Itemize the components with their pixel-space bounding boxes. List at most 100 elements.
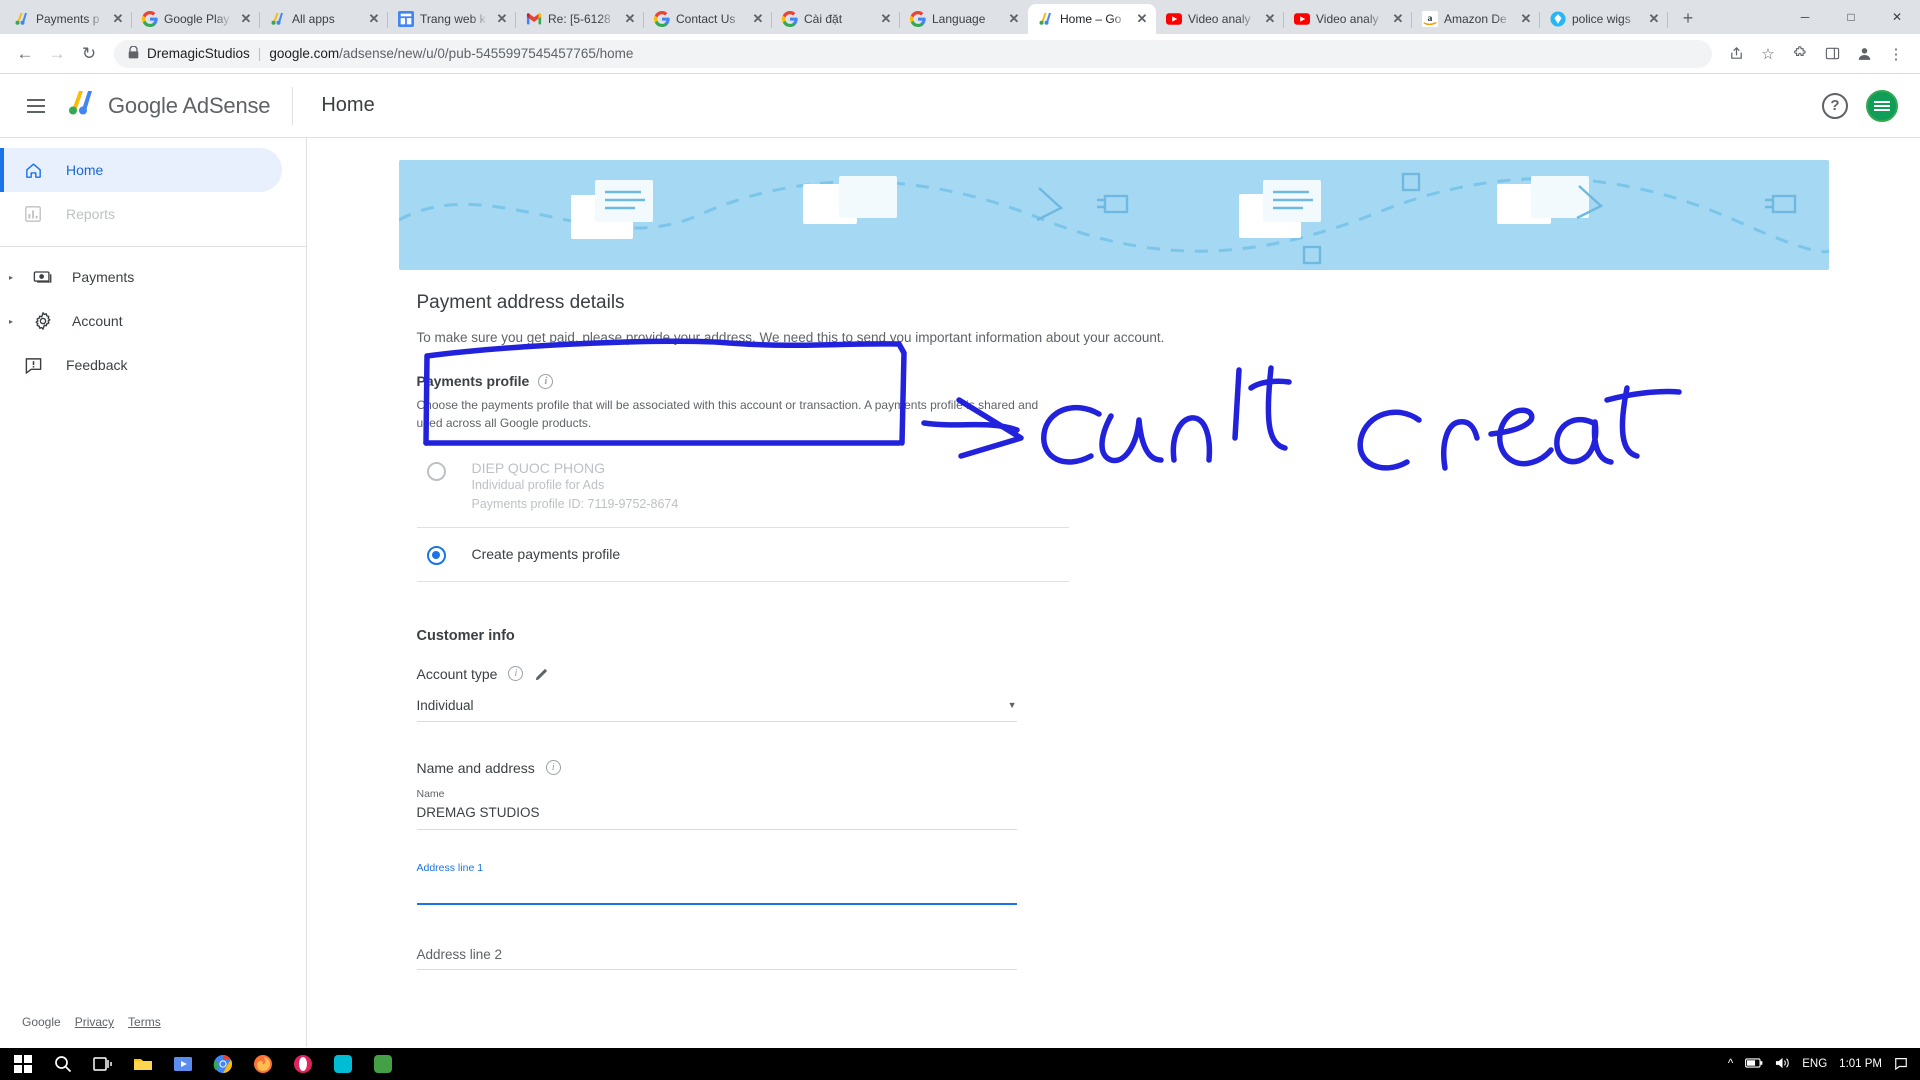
help-icon[interactable]: ? [1822,92,1848,119]
adsense-icon [1038,11,1054,27]
close-window-button[interactable]: ✕ [1874,0,1920,34]
browser-tab[interactable]: Google Play ✕ [132,4,260,34]
back-button[interactable]: ← [10,39,40,69]
clock[interactable]: 1:01 PM [1839,1058,1882,1071]
profile-avatar-icon[interactable] [1850,40,1878,68]
notifications-icon[interactable] [1894,1056,1908,1073]
sidebar-item-reports[interactable]: Reports [0,192,282,236]
url-domain: google.com [269,46,340,61]
radio-button[interactable] [426,462,446,481]
extensions-puzzle-icon[interactable] [1786,40,1814,68]
brand[interactable]: Google AdSense [66,88,271,123]
firefox-icon[interactable] [244,1048,282,1080]
browser-tab[interactable]: Re: [5-6128 ✕ [516,4,644,34]
close-icon[interactable]: ✕ [110,11,126,27]
close-icon[interactable]: ✕ [622,11,638,27]
browser-tab[interactable]: Video analy ✕ [1284,4,1412,34]
taskbar: ^ ENG 1:01 PM [0,1048,1920,1080]
close-icon[interactable]: ✕ [494,11,510,27]
sidebar-item-payments[interactable]: ▸ Payments [0,255,282,299]
info-icon[interactable]: i [545,760,561,776]
hamburger-menu-icon[interactable] [12,98,60,113]
info-icon[interactable]: i [508,666,524,682]
browser-tab[interactable]: Trang web k ✕ [388,4,516,34]
payments-profile-title-row: Payments profile i [417,373,1829,389]
close-icon[interactable]: ✕ [1262,11,1278,27]
chrome-icon[interactable] [204,1048,242,1080]
brand-text: Google AdSense [108,92,271,118]
start-button[interactable] [4,1048,42,1080]
account-type-select[interactable]: Individual ▼ [416,692,1017,722]
task-view-icon[interactable] [84,1048,122,1080]
app-icon-teal[interactable] [324,1048,362,1080]
language-indicator[interactable]: ENG [1802,1058,1827,1070]
battery-icon[interactable] [1745,1057,1763,1072]
payments-profile-option-create[interactable]: Create payments profile [416,528,1069,582]
browser-tab[interactable]: Cài đặt ✕ [772,4,900,34]
file-explorer-icon[interactable] [124,1048,162,1080]
google-icon [781,10,798,28]
chevron-right-icon: ▸ [9,272,14,282]
address-line-2-label: Address line 2 [416,946,503,962]
window-controls: ─ □ ✕ [1782,0,1920,34]
name-field[interactable]: Name DREMAG STUDIOS [416,788,1017,830]
address-line-1-field[interactable]: Address line 1 [416,862,1017,905]
close-icon[interactable]: ✕ [238,11,254,27]
browser-tab[interactable]: a Amazon De ✕ [1412,4,1540,34]
footer-privacy-link[interactable]: Privacy [75,1015,114,1029]
browser-tab[interactable]: All apps ✕ [260,4,388,34]
sidebar: Home Reports ▸ Payments ▸ Account Feedba… [0,138,307,1047]
footer-terms-link[interactable]: Terms [128,1015,161,1029]
search-icon[interactable] [44,1048,82,1080]
browser-menu-button[interactable]: ⋮ [1882,40,1910,68]
browser-tab[interactable]: Video analy ✕ [1156,4,1284,34]
close-icon[interactable]: ✕ [1518,11,1534,27]
url-text: google.com/adsense/new/u/0/pub-545599754… [269,46,633,61]
minimize-button[interactable]: ─ [1782,0,1828,34]
new-tab-button[interactable]: + [1674,4,1702,32]
close-icon[interactable]: ✕ [366,11,382,27]
browser-tab[interactable]: police wigs ✕ [1540,4,1668,34]
close-icon[interactable]: ✕ [1390,11,1406,27]
app-icon-green[interactable] [364,1048,402,1080]
close-icon[interactable]: ✕ [878,11,894,27]
app-header: Google AdSense Home ? [0,74,1920,138]
edit-pencil-icon[interactable] [534,666,550,682]
sidebar-item-account[interactable]: ▸ Account [0,299,282,343]
browser-tab[interactable]: Home – Go ✕ [1028,4,1156,34]
youtube-icon [1294,11,1310,27]
feedback-icon [22,354,44,376]
forward-button[interactable]: → [42,39,72,69]
browser-tab[interactable]: Payments p ✕ [4,4,132,34]
adsense-app: Google AdSense Home ? Home Reports ▸ Pay… [0,74,1920,1047]
share-icon[interactable] [1722,40,1750,68]
media-icon[interactable] [164,1048,202,1080]
profile-id: Payments profile ID: 7119-9752-8674 [471,497,679,512]
reload-button[interactable]: ↻ [74,39,104,69]
info-icon[interactable]: i [538,373,554,389]
browser-tab[interactable]: Contact Us ✕ [644,4,772,34]
maximize-button[interactable]: □ [1828,0,1874,34]
sites-icon [398,11,414,27]
radio-button[interactable] [426,545,446,565]
payments-profile-option-existing[interactable]: DIEP QUOC PHONG Individual profile for A… [416,450,1069,528]
sidebar-item-label: Home [66,162,104,178]
volume-icon[interactable] [1775,1056,1790,1073]
side-panel-icon[interactable] [1818,40,1846,68]
close-icon[interactable]: ✕ [1006,11,1022,27]
browser-tab[interactable]: Language ✕ [900,4,1028,34]
bookmark-star-icon[interactable]: ☆ [1754,40,1782,68]
address-line-2-field[interactable]: Address line 2 [416,943,1017,970]
account-type-label-row: Account type i [417,666,1017,682]
close-icon[interactable]: ✕ [1134,11,1150,27]
close-icon[interactable]: ✕ [1646,11,1662,27]
section-heading: Payment address details [416,292,625,313]
sidebar-item-feedback[interactable]: Feedback [0,343,282,387]
opera-icon[interactable] [284,1048,322,1080]
sidebar-item-home[interactable]: Home [0,148,282,192]
close-icon[interactable]: ✕ [750,11,766,27]
url-input[interactable]: DremagicStudios | google.com/adsense/new… [114,39,1712,68]
tab-title: Language [932,12,986,26]
avatar[interactable] [1866,89,1898,122]
tray-chevron-up-icon[interactable]: ^ [1728,1058,1733,1070]
